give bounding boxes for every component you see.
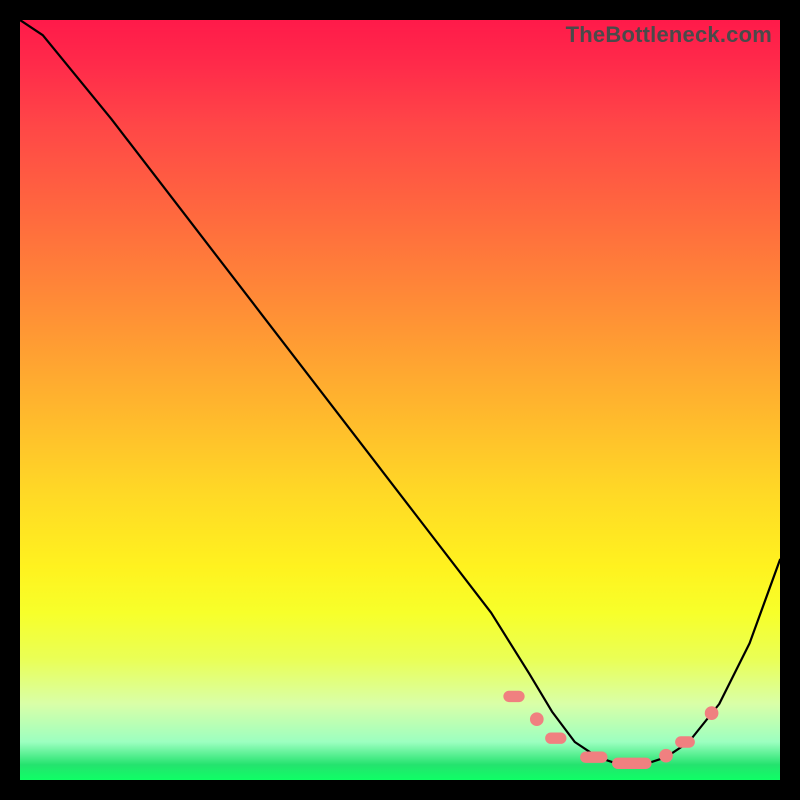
curve-marker: [503, 691, 524, 702]
curve-line-group: [20, 20, 780, 765]
curve-marker: [612, 758, 652, 769]
curve-marker: [675, 736, 695, 747]
curve-marker: [530, 712, 544, 726]
chart-frame: TheBottleneck.com: [0, 0, 800, 800]
chart-svg: [20, 20, 780, 780]
plot-area: TheBottleneck.com: [20, 20, 780, 780]
curve-marker: [705, 706, 719, 720]
curve-marker: [659, 749, 673, 763]
curve-markers-group: [503, 691, 718, 769]
curve-marker: [545, 733, 566, 744]
curve-marker: [580, 752, 607, 763]
bottleneck-curve: [20, 20, 780, 765]
